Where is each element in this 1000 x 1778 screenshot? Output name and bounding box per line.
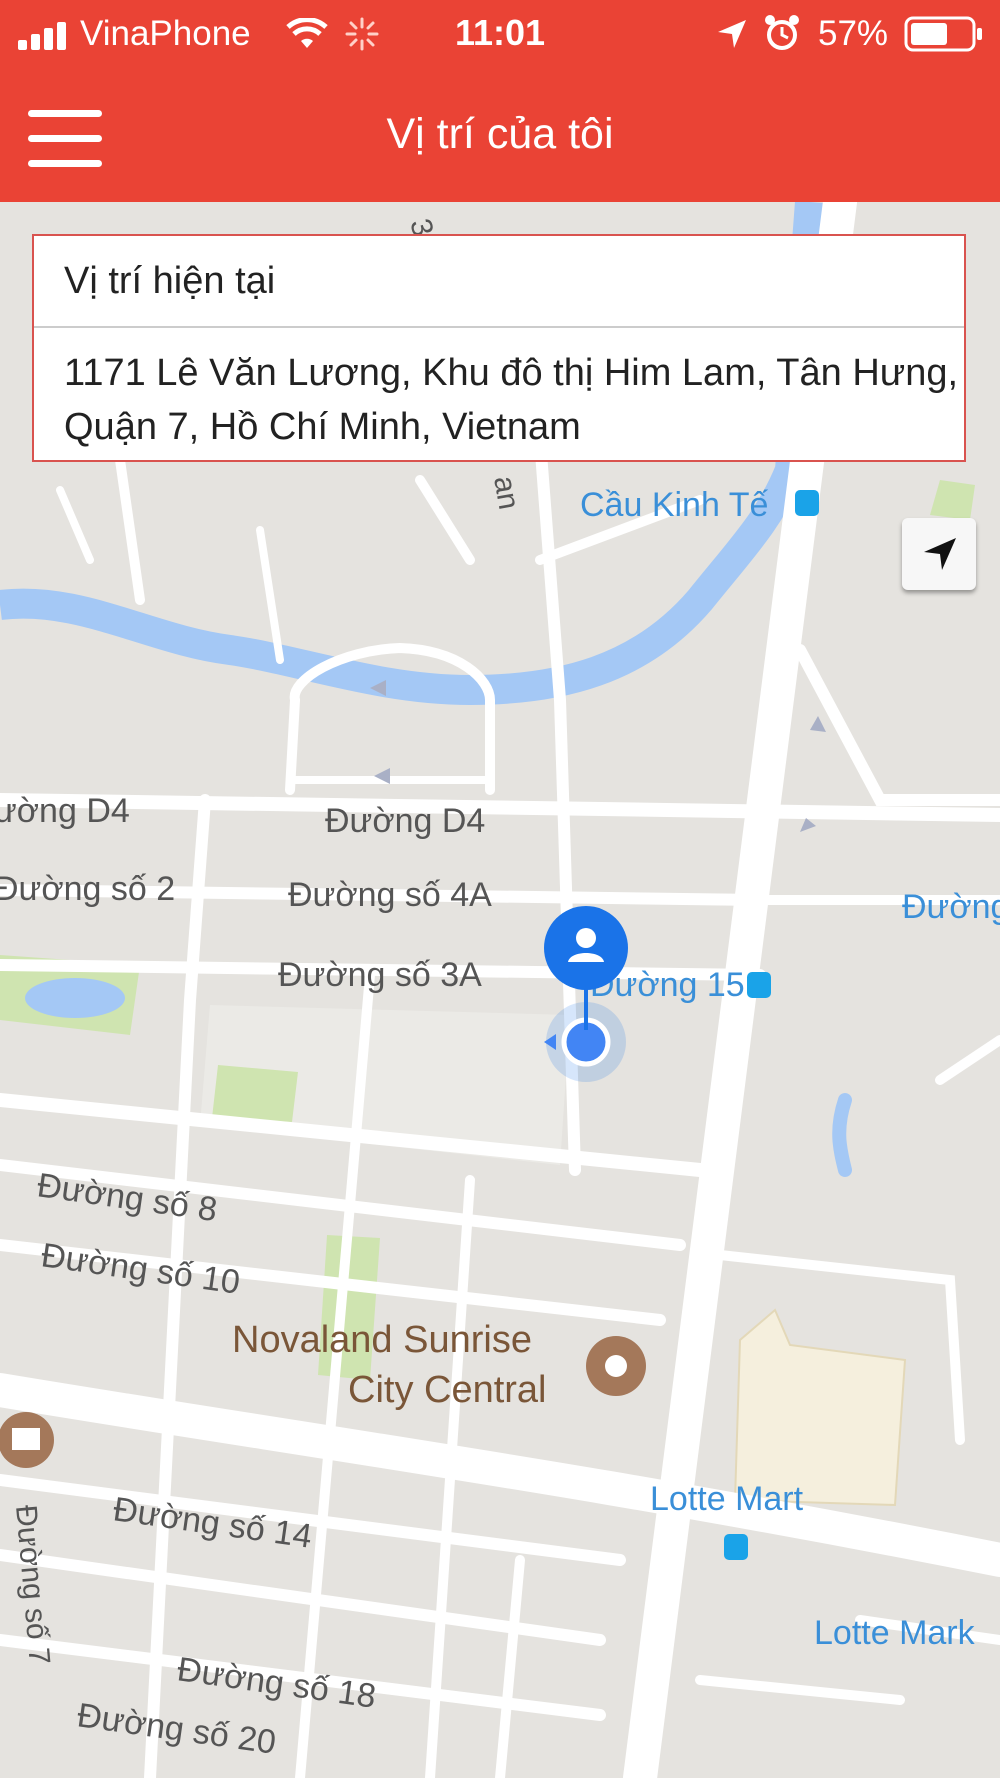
status-bar: VinaPhone 11:01 57%: [0, 0, 1000, 68]
map-label-road: ường D4: [0, 792, 130, 830]
map-label-road: Đường D4: [325, 802, 485, 840]
divider: [34, 326, 964, 328]
map-label-road: an: [487, 473, 525, 512]
current-location-card: Vị trí hiện tại 1171 Lê Văn Lương, Khu đ…: [32, 234, 966, 462]
poi-label: City Central: [348, 1369, 547, 1411]
map-label-transit: Cầu Kinh Tế: [580, 486, 768, 524]
battery-percent: 57%: [818, 14, 889, 53]
map-label-road: Đường: [902, 888, 1000, 926]
person-pin-icon[interactable]: [542, 904, 630, 992]
map-label-road: Đường số 4A: [288, 876, 492, 914]
page-title: Vị trí của tôi: [386, 110, 614, 158]
poi-label: Novaland Sunrise: [232, 1319, 532, 1361]
current-location-label: Vị trí hiện tại: [64, 260, 276, 302]
battery-icon: [904, 16, 982, 52]
location-arrow-icon: [718, 20, 746, 48]
river: [832, 1093, 852, 1177]
alarm-icon: [765, 15, 799, 50]
poi-label: Lotte Mark: [814, 1614, 976, 1652]
locate-me-button[interactable]: [902, 518, 976, 590]
address-line-1: 1171 Lê Văn Lương, Khu đô thị Him Lam, T…: [64, 352, 959, 394]
pond: [25, 978, 125, 1018]
park-area: [212, 1065, 298, 1122]
poi-marker-center: [605, 1355, 627, 1377]
museum-icon-shape: [12, 1428, 40, 1450]
current-address: 1171 Lê Văn Lương, Khu đô thị Him Lam, T…: [64, 346, 1000, 454]
address-line-2: Quận 7, Hồ Chí Minh, Vietnam: [64, 406, 581, 448]
poi-label: Lotte Mart: [650, 1480, 804, 1518]
navigation-arrow-icon: [924, 538, 956, 570]
map-label-road: Đường số 3A: [278, 956, 482, 994]
nav-bar: Vị trí của tôi: [0, 68, 1000, 202]
map-label-road: Đường số 2: [0, 870, 175, 908]
